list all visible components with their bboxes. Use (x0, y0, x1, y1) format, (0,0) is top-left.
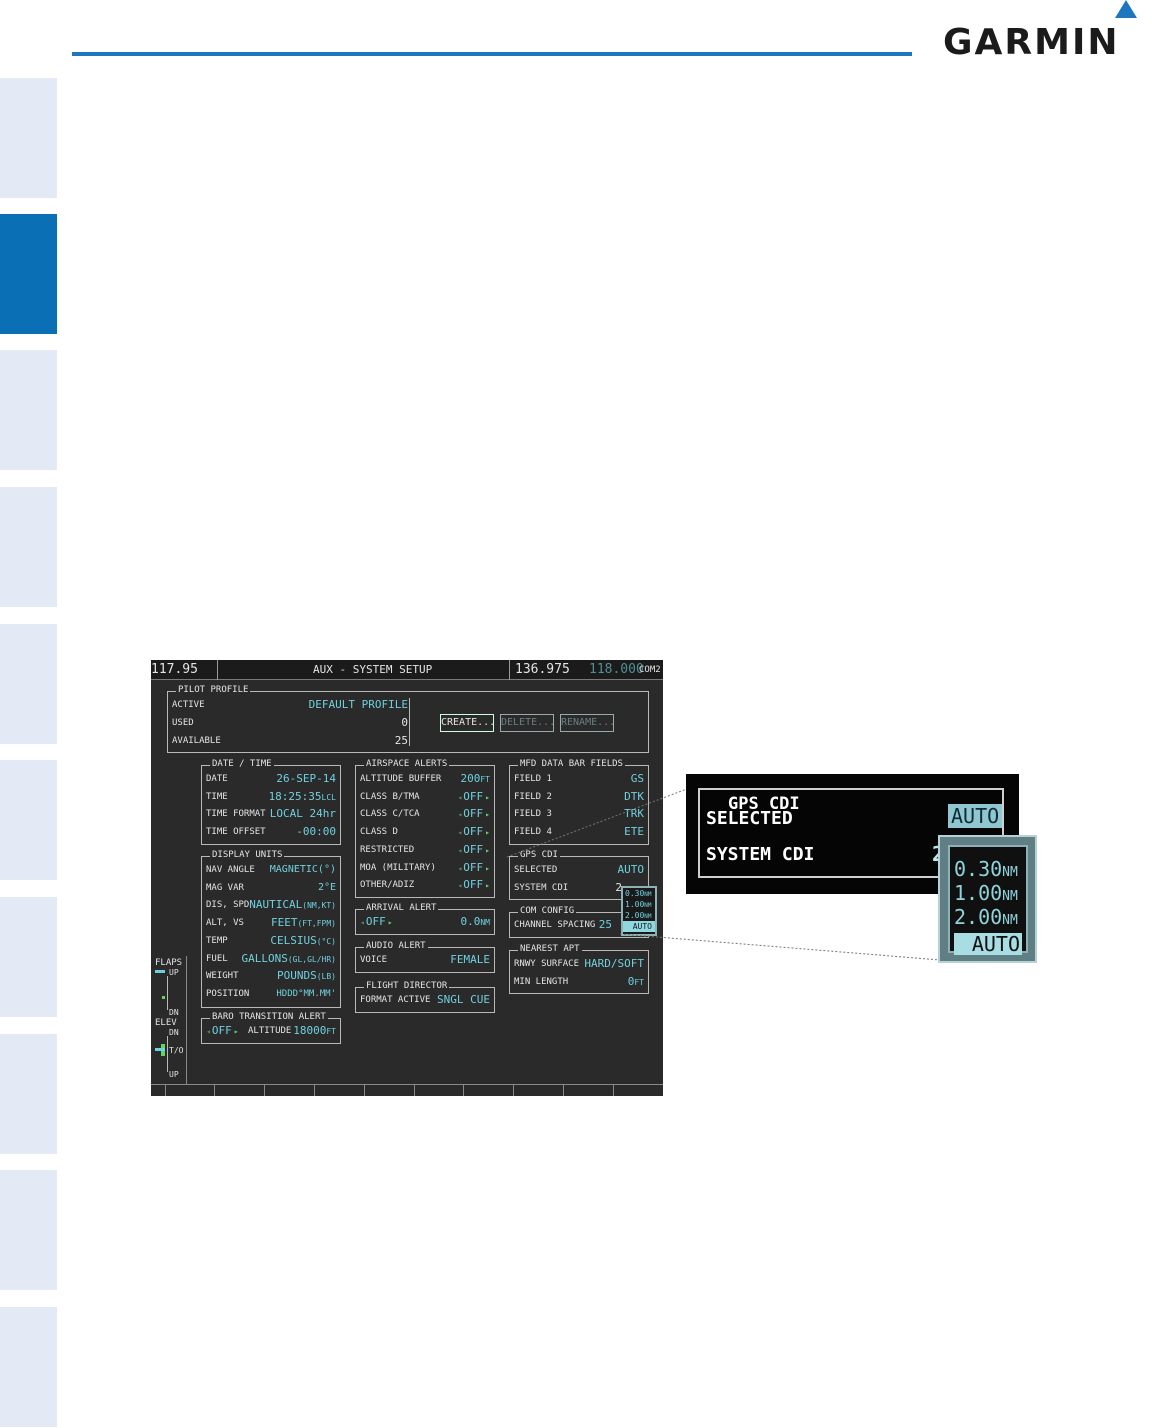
audio-alert-box: AUDIO ALERT VOICE FEMALE (355, 941, 495, 973)
display-units-box: DISPLAY UNITS NAV ANGLE MAGNETIC(°) MAG V… (201, 850, 341, 1008)
side-tab-4[interactable] (0, 487, 57, 607)
flaps-elev-gauge: FLAPS UP DN ELEV DN T/O UP (151, 956, 187, 1084)
dis-spd-value[interactable]: NAUTICAL(NM,KT) (249, 898, 336, 913)
callout-selected-label: SELECTED (706, 808, 793, 829)
side-tab-2[interactable] (0, 214, 57, 334)
position-value[interactable]: HDDD°MM.MM' (276, 987, 336, 1001)
side-tab-9[interactable] (0, 1170, 57, 1290)
alt-vs-value[interactable]: FEET(FT,FPM) (271, 916, 336, 931)
callout-cdi-popup: 0.30NM 1.00NM 2.00NM AUTO (938, 835, 1037, 963)
callout-selected-value: AUTO (948, 804, 1003, 828)
moa-toggle[interactable]: ◂OFF ▸ (457, 861, 490, 876)
nearest-apt-box: NEAREST APT RNWY SURFACE HARD/SOFT MIN LE… (509, 944, 649, 994)
create-button[interactable]: CREATE... (440, 714, 495, 732)
arrival-alert-box: ARRIVAL ALERT ◂OFF ▸ 0.0NM (355, 903, 495, 935)
altitude-buffer-value[interactable]: 200FT (460, 772, 490, 787)
side-tab-5[interactable] (0, 624, 57, 744)
cdi-option-030[interactable]: 0.30NM (623, 888, 655, 899)
baro-altitude-value[interactable]: 18000FT (293, 1024, 336, 1039)
field-1-value[interactable]: GS (631, 772, 644, 786)
time-offset-value[interactable]: -00:00 (296, 825, 336, 839)
cdi-option-100[interactable]: 1.00NM (623, 899, 655, 910)
nav-frequency: 117.95 (151, 662, 198, 677)
arrival-alert-state[interactable]: ◂OFF ▸ (360, 915, 393, 930)
callout-option-3: 2.00NM (954, 905, 1018, 929)
pilot-profile-box: PILOT PROFILE ACTIVE DEFAULT PROFILE USED… (167, 685, 649, 753)
side-tab-3[interactable] (0, 350, 57, 470)
airspace-alerts-box: AIRSPACE ALERTS ALTITUDE BUFFER 200FT CLA… (355, 759, 495, 898)
side-tab-8[interactable] (0, 1034, 57, 1154)
active-profile-value[interactable]: DEFAULT PROFILE (309, 698, 408, 712)
other-adiz-toggle[interactable]: ◂OFF ▸ (457, 878, 490, 893)
field-3-value[interactable]: TRK (624, 807, 644, 821)
side-tab-10[interactable] (0, 1307, 57, 1427)
side-tab-6[interactable] (0, 760, 57, 880)
weight-value[interactable]: POUNDS(LB) (277, 969, 336, 984)
time-format-value[interactable]: LOCAL 24hr (270, 807, 336, 821)
callout-option-2: 1.00NM (954, 881, 1018, 905)
logo-triangle-icon (1115, 0, 1137, 18)
arrival-distance-value[interactable]: 0.0NM (460, 915, 490, 930)
baro-alert-state[interactable]: ◂OFF ▸ (206, 1024, 239, 1039)
garmin-logo: GARMIN (943, 0, 1143, 63)
softkey-bar[interactable] (151, 1084, 663, 1096)
header-rule (72, 52, 912, 56)
cdi-option-auto[interactable]: AUTO (623, 921, 655, 932)
com-active-frequency: 136.975 (515, 662, 570, 677)
restricted-toggle[interactable]: ◂OFF ▸ (457, 843, 490, 858)
mfd-fields-box: MFD DATA BAR FIELDS FIELD 1 GS FIELD 2 DTK… (509, 759, 649, 845)
date-value[interactable]: 26-SEP-14 (276, 772, 336, 786)
rename-button[interactable]: RENAME... (560, 714, 615, 732)
class-d-toggle[interactable]: ◂OFF ▸ (457, 825, 490, 840)
fuel-value[interactable]: GALLONS(GL,GL/HR) (241, 952, 336, 967)
mag-var-value: 2°E (317, 882, 336, 893)
min-length-value[interactable]: 0FT (628, 975, 644, 990)
field-4-value[interactable]: ETE (624, 825, 644, 839)
com-label: COM2 (639, 665, 661, 675)
pilot-profile-title: PILOT PROFILE (176, 685, 251, 696)
flight-director-box: FLIGHT DIRECTOR FORMAT ACTIVE SNGL CUE (355, 981, 495, 1013)
com-standby-frequency: 118.000 (589, 662, 644, 677)
runway-surface-value[interactable]: HARD/SOFT (584, 957, 644, 971)
gps-cdi-selected-value[interactable]: AUTO (618, 863, 645, 877)
class-c-toggle[interactable]: ◂OFF ▸ (457, 807, 490, 822)
class-b-toggle[interactable]: ◂OFF ▸ (457, 790, 490, 805)
voice-value[interactable]: FEMALE (450, 953, 490, 967)
callout-option-1: 0.30NM (954, 857, 1018, 881)
callout-option-auto: AUTO (954, 933, 1022, 955)
flaps-pointer (155, 970, 165, 973)
field-2-value[interactable]: DTK (624, 790, 644, 804)
date-time-box: DATE / TIME DATE 26-SEP-14 TIME 18:25:35LC… (201, 759, 341, 845)
channel-spacing-value[interactable]: 25 (599, 918, 612, 932)
cdi-scale-popup[interactable]: 0.30NM 1.00NM 2.00NM AUTO (621, 886, 657, 936)
top-bar: 117.95 AUX - SYSTEM SETUP 136.975 118.00… (151, 660, 663, 680)
cdi-option-200[interactable]: 2.00NM (623, 910, 655, 921)
page-title: AUX - SYSTEM SETUP (313, 663, 433, 676)
fd-format-value[interactable]: SNGL CUE (437, 993, 490, 1007)
temp-value[interactable]: CELSIUS(°C) (270, 934, 336, 949)
side-tab-7[interactable] (0, 897, 57, 1017)
side-tab-1[interactable] (0, 78, 57, 198)
time-value[interactable]: 18:25:35LCL (269, 790, 336, 805)
nav-angle-value[interactable]: MAGNETIC(°) (270, 863, 336, 877)
callout-system-label: SYSTEM CDI (706, 844, 815, 865)
mfd-screen: 117.95 AUX - SYSTEM SETUP 136.975 118.00… (151, 660, 663, 1096)
baro-alert-box: BARO TRANSITION ALERT ◂OFF ▸ ALTITUDE 180… (201, 1012, 341, 1044)
delete-button[interactable]: DELETE... (500, 714, 555, 732)
